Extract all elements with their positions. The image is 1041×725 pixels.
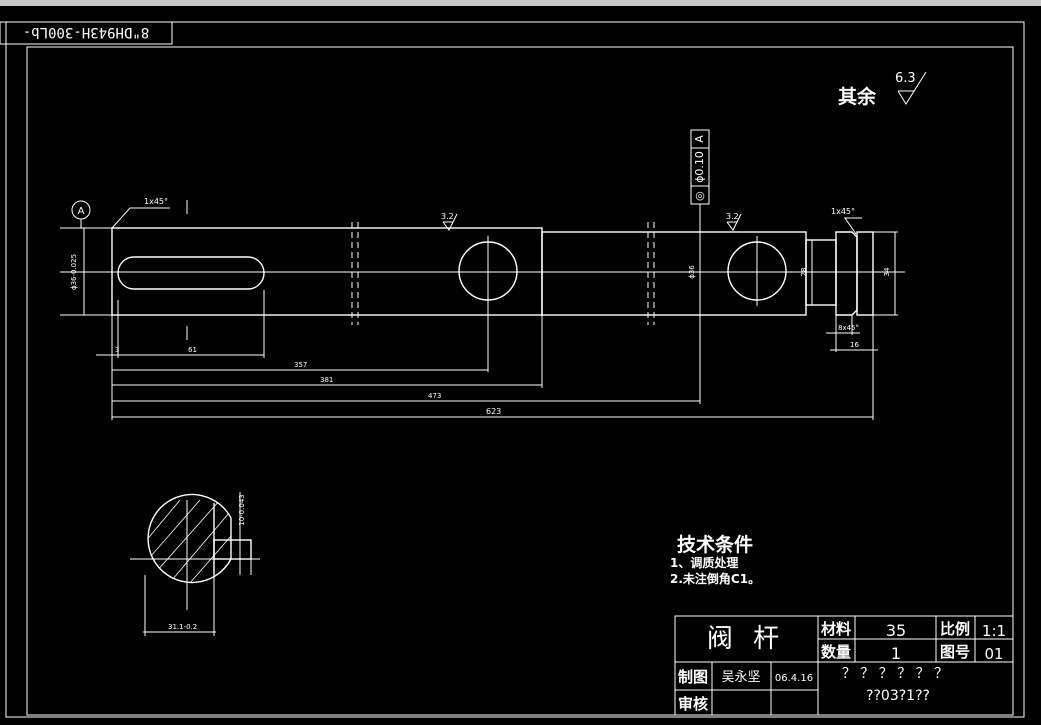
- drawing-code-box: 8"DH943H-300Lb-: [0, 21, 173, 45]
- section-dim-horizontal: 31.1-0.2: [168, 623, 197, 631]
- roughness-mark-1: 3.2: [441, 212, 454, 221]
- material-value: 35: [886, 621, 906, 640]
- tech-item-2: 2.未注倒角C1。: [670, 571, 760, 586]
- section-view: 31.1-0.2 10-0.043: [130, 492, 260, 636]
- title-block: 阀 杆 材料 35 比例 1:1 数量 1 图号 01 制图 吴永坚 06.4.…: [674, 615, 1014, 716]
- tolerance-frame: A ϕ0.10 ◎: [690, 129, 710, 232]
- material-label: 材料: [821, 620, 851, 638]
- dia-end: 34: [883, 267, 891, 276]
- tech-item-1: 1、调质处理: [670, 555, 738, 570]
- dim-623: 623: [486, 407, 501, 416]
- roughness-mark-2: 3.2: [726, 212, 739, 221]
- surface-finish-value: 6.3: [895, 71, 916, 86]
- tolerance-datum: A: [693, 135, 706, 143]
- dim-61: 61: [188, 346, 197, 354]
- dim-381: 381: [320, 376, 333, 384]
- tech-requirements: 技术条件 1、调质处理 2.未注倒角C1。: [670, 533, 760, 586]
- scale-label: 比例: [940, 620, 970, 638]
- drawn-by: 吴永坚: [721, 670, 760, 685]
- placeholder-row-1: ？ ？ ？ ？ ？ ？: [842, 666, 948, 682]
- tolerance-value: ϕ0.10: [693, 151, 706, 183]
- datum-letter: A: [78, 206, 85, 217]
- drawing-code-text: 8"DH943H-300Lb-: [23, 24, 149, 40]
- shaft-main-view: [60, 200, 905, 340]
- tech-title: 技术条件: [677, 533, 753, 556]
- dim-473: 473: [428, 392, 441, 400]
- dim-16: 16: [850, 341, 859, 349]
- section-dim-vertical: 10-0.043: [238, 494, 246, 525]
- drawn-date: 06.4.16: [775, 673, 813, 684]
- cad-drawing-canvas[interactable]: 8"DH943H-300Lb- 其余 6.3 A ϕ0.10 ◎ A 3.2 3…: [0, 0, 1041, 725]
- drawing-no-label: 图号: [940, 643, 970, 661]
- checked-label: 审核: [678, 695, 708, 713]
- chamfer-right: 1x45°: [831, 207, 855, 216]
- dia-neck: 28: [800, 268, 808, 277]
- drawing-no-value: 01: [984, 645, 1003, 663]
- chamfer-left: 1x45°: [144, 197, 168, 206]
- drawn-label: 制图: [678, 668, 708, 686]
- placeholder-row-2: ??03?1??: [866, 688, 930, 704]
- dim-8x45: 8x45°: [838, 324, 859, 332]
- horizontal-dims: 3 61 357 381 473 623 8x45° 16: [96, 290, 878, 420]
- surface-finish-note: 其余 6.3: [838, 71, 927, 108]
- part-name: 阀 杆: [707, 624, 785, 654]
- datum-marker: A: [71, 200, 91, 228]
- dia-left: ϕ36-0.025: [70, 254, 78, 290]
- concentricity-symbol-icon: ◎: [695, 189, 705, 202]
- dim-3: 3: [115, 346, 119, 354]
- surface-finish-label: 其余: [838, 85, 877, 108]
- dim-357: 357: [294, 361, 307, 369]
- inner-frame: [26, 46, 1014, 716]
- qty-label: 数量: [821, 643, 851, 661]
- dia-middle: ϕ36: [688, 265, 696, 279]
- scale-value: 1:1: [982, 622, 1006, 640]
- qty-value: 1: [891, 644, 901, 663]
